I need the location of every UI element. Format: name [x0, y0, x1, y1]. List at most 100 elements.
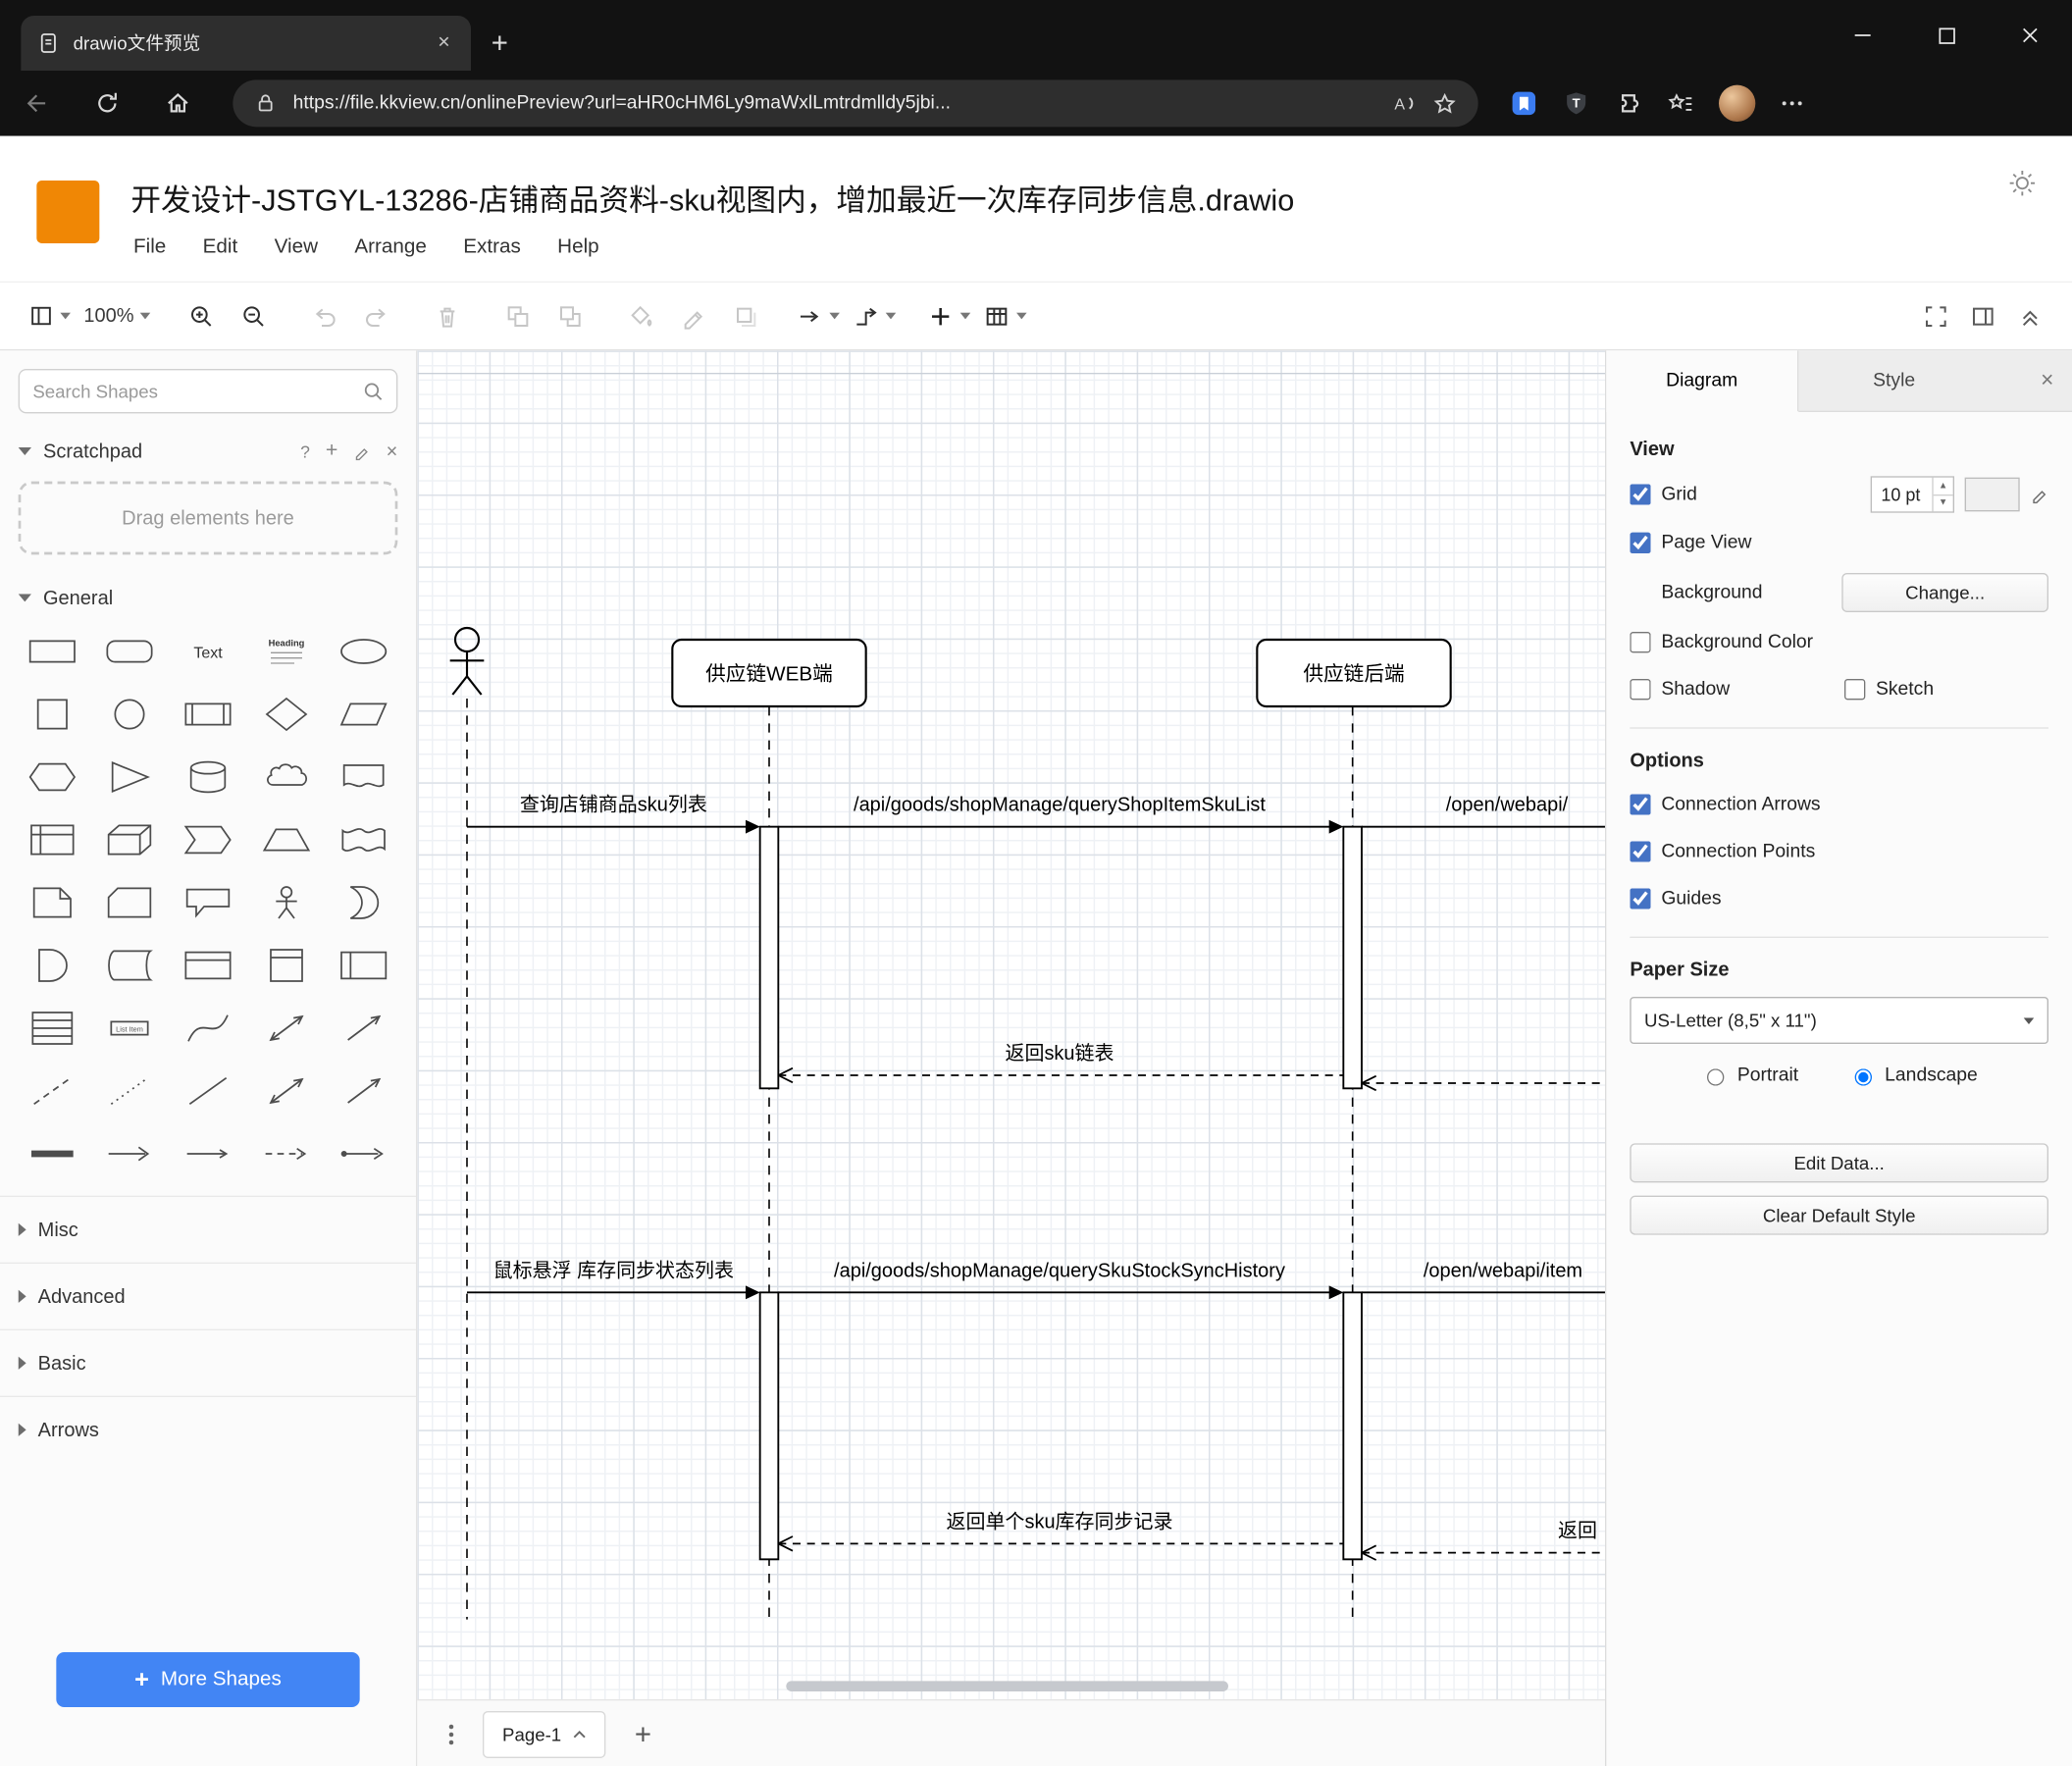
return-label-3[interactable]: 返回 [1558, 1520, 1597, 1542]
section-misc[interactable]: Misc [0, 1195, 416, 1263]
message-label-2[interactable]: /api/goods/shopManage/queryShopItemSkuLi… [854, 795, 1266, 816]
change-background-button[interactable]: Change... [1841, 572, 2048, 612]
page-tab[interactable]: Page-1 [482, 1710, 606, 1758]
section-arrows[interactable]: Arrows [0, 1395, 416, 1463]
shape-cloud[interactable] [247, 756, 325, 799]
grid-size-stepper[interactable]: ▲ ▼ [1932, 477, 1953, 512]
format-panel-toggle-button[interactable] [1970, 303, 1996, 330]
landscape-radio[interactable] [1854, 1068, 1872, 1086]
insert-button[interactable] [928, 293, 971, 338]
fullscreen-button[interactable] [1923, 303, 1949, 330]
home-button[interactable] [162, 87, 193, 119]
edit-data-button[interactable]: Edit Data... [1630, 1143, 2048, 1183]
format-panel-close-icon[interactable]: × [2041, 350, 2072, 410]
window-minimize-button[interactable] [1821, 0, 1904, 71]
shape-diamond[interactable] [247, 694, 325, 736]
redo-button[interactable] [357, 293, 396, 338]
menu-view[interactable]: View [275, 235, 318, 259]
section-basic[interactable]: Basic [0, 1328, 416, 1396]
message-label-6[interactable]: /open/webapi/item [1424, 1260, 1582, 1281]
back-button[interactable] [21, 87, 52, 119]
pages-menu-icon[interactable] [440, 1723, 461, 1746]
portrait-option[interactable]: Portrait [1701, 1065, 1798, 1086]
profile-avatar[interactable] [1718, 84, 1756, 122]
shadow-checkbox[interactable] [1630, 678, 1651, 701]
actor-figure[interactable] [449, 626, 485, 696]
shape-internal-storage[interactable] [13, 819, 90, 861]
guides-checkbox[interactable] [1630, 888, 1651, 909]
shadow-button[interactable] [726, 293, 765, 338]
return-label-1[interactable]: 返回sku链表 [1005, 1042, 1114, 1065]
collections-icon[interactable] [1667, 89, 1695, 118]
read-aloud-icon[interactable]: A [1390, 90, 1417, 117]
shape-hexagon[interactable] [13, 756, 90, 799]
scratchpad-header[interactable]: Scratchpad ? + × [0, 427, 416, 477]
page-view-checkbox[interactable] [1630, 532, 1651, 553]
shape-thin-arrow[interactable] [169, 1133, 246, 1175]
add-page-button[interactable]: + [627, 1720, 659, 1748]
shape-callout[interactable] [169, 882, 246, 924]
connection-arrows-checkbox[interactable] [1630, 794, 1651, 815]
message-label-4[interactable]: 鼠标悬浮 库存同步状态列表 [493, 1259, 734, 1281]
shape-arrow-right[interactable] [91, 1133, 169, 1175]
landscape-option[interactable]: Landscape [1848, 1065, 1978, 1086]
shape-triangle[interactable] [91, 756, 169, 799]
address-bar[interactable]: https://file.kkview.cn/onlinePreview?url… [233, 79, 1478, 128]
search-shapes-input[interactable] [18, 368, 398, 414]
clear-default-style-button[interactable]: Clear Default Style [1630, 1195, 2048, 1235]
collapse-toolbar-button[interactable] [2017, 303, 2044, 330]
theme-toggle-button[interactable] [2006, 168, 2038, 199]
shape-ellipse[interactable] [325, 631, 402, 673]
shape-cylinder[interactable] [169, 756, 246, 799]
menu-arrange[interactable]: Arrange [354, 235, 427, 259]
portrait-radio[interactable] [1707, 1068, 1725, 1086]
message-label-3[interactable]: /open/webapi/ [1446, 795, 1569, 816]
shape-link[interactable] [13, 1133, 90, 1175]
shape-and[interactable] [13, 945, 90, 987]
participant-backend-box[interactable]: 供应链后端 [1256, 638, 1452, 708]
shape-card[interactable] [91, 882, 169, 924]
backend-activation-2[interactable] [1342, 1291, 1363, 1561]
message-label-1[interactable]: 查询店铺商品sku列表 [520, 794, 707, 816]
sketch-checkbox[interactable] [1843, 678, 1866, 701]
window-close-button[interactable] [1989, 0, 2072, 71]
line-color-button[interactable] [674, 293, 713, 338]
participant-web-box[interactable]: 供应链WEB端 [671, 638, 867, 708]
shape-horizontal-container[interactable] [325, 945, 402, 987]
table-button[interactable] [984, 293, 1028, 338]
shape-dotted-line[interactable] [91, 1070, 169, 1113]
shape-circle[interactable] [91, 694, 169, 736]
shield-extension-icon[interactable]: T [1562, 89, 1590, 118]
shape-trapezoid[interactable] [247, 819, 325, 861]
diagram-canvas[interactable]: 供应链WEB端 供应链后端 查询店铺商品sku列表 /api/goods/sho… [417, 350, 1605, 1699]
shape-text[interactable]: Text [169, 631, 246, 673]
horizontal-scrollbar[interactable] [786, 1681, 1228, 1691]
extensions-puzzle-icon[interactable] [1614, 89, 1642, 118]
menu-help[interactable]: Help [557, 235, 599, 259]
tab-diagram[interactable]: Diagram [1606, 350, 1799, 412]
zoom-select[interactable]: 100% [83, 293, 151, 338]
shape-or[interactable] [325, 882, 402, 924]
backend-activation-1[interactable] [1342, 825, 1363, 1090]
fill-color-button[interactable] [622, 293, 661, 338]
connection-button[interactable] [797, 293, 841, 338]
shape-bidirectional-connector[interactable] [247, 1070, 325, 1113]
return-label-2[interactable]: 返回单个sku库存同步记录 [947, 1510, 1173, 1532]
shape-list-item[interactable]: List Item [91, 1008, 169, 1050]
message-label-5[interactable]: /api/goods/shopManage/querySkuStockSyncH… [834, 1260, 1285, 1281]
tab-close-icon[interactable]: × [433, 30, 455, 57]
shape-textbox[interactable]: Heading [247, 631, 325, 673]
new-tab-button[interactable]: + [479, 23, 521, 65]
menu-edit[interactable]: Edit [203, 235, 238, 259]
to-front-button[interactable] [498, 293, 538, 338]
paper-size-select[interactable]: US-Letter (8,5" x 11") [1630, 996, 2048, 1044]
section-advanced[interactable]: Advanced [0, 1262, 416, 1329]
shape-document[interactable] [325, 756, 402, 799]
web-activation-1[interactable] [758, 825, 780, 1090]
shape-dashed-arrow[interactable] [247, 1133, 325, 1175]
scratchpad-edit-icon[interactable] [353, 442, 370, 460]
view-button[interactable] [28, 293, 71, 338]
scratchpad-dropzone[interactable]: Drag elements here [18, 481, 398, 555]
waypoints-button[interactable] [854, 293, 897, 338]
shape-square[interactable] [13, 694, 90, 736]
